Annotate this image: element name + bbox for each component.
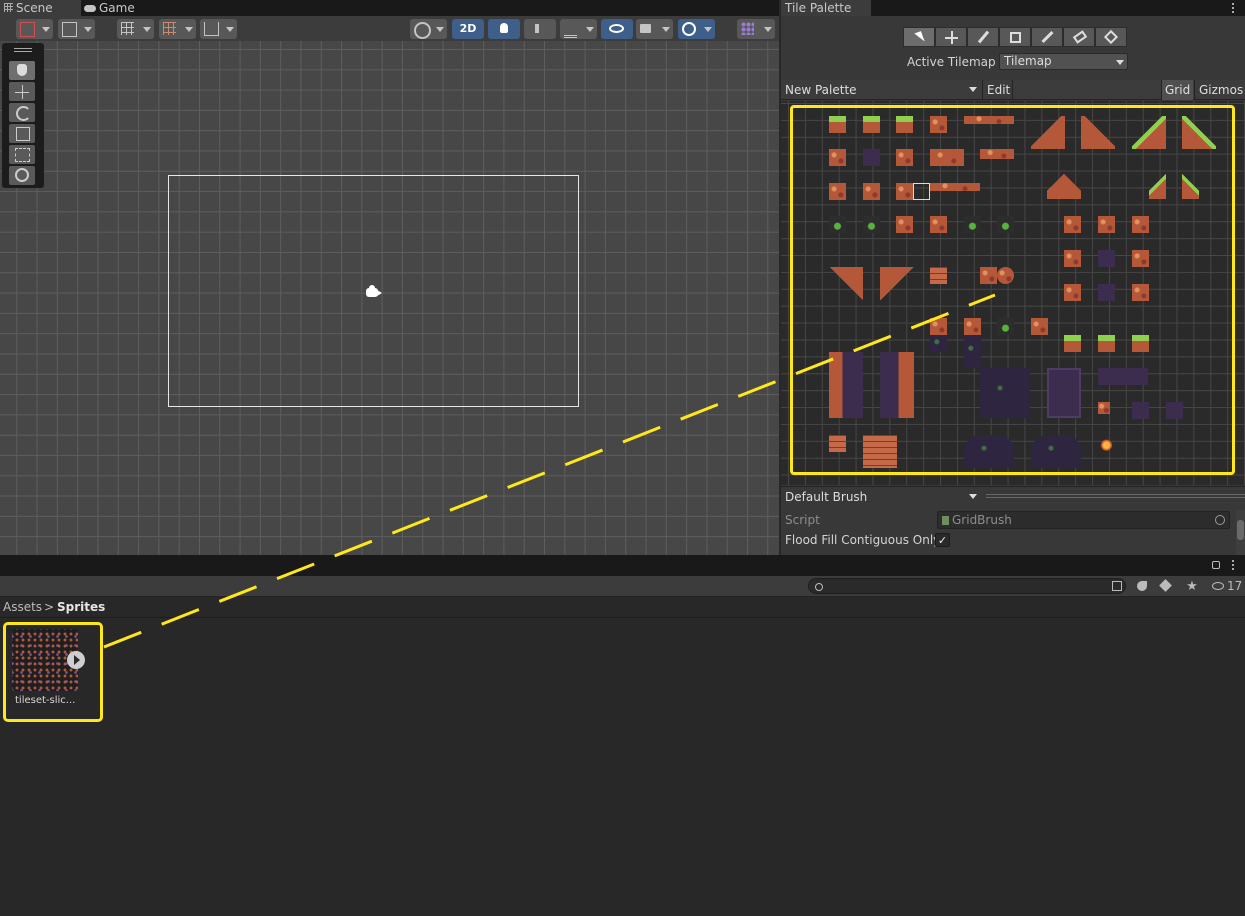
drag-guide-line <box>103 293 996 649</box>
drag-guide-dash <box>103 293 996 649</box>
